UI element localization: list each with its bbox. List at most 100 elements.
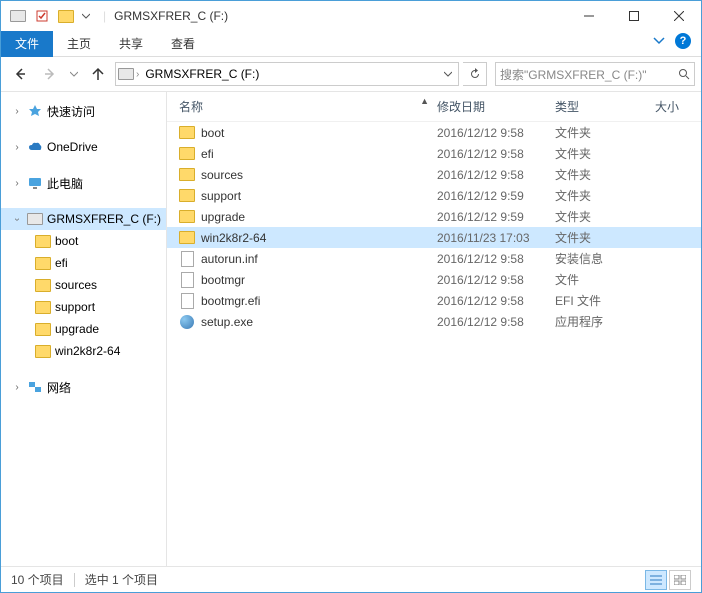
- column-size[interactable]: 大小: [651, 96, 701, 117]
- status-bar: 10 个项目 选中 1 个项目: [1, 566, 701, 592]
- sidebar-subfolder[interactable]: boot: [1, 230, 166, 252]
- collapse-icon[interactable]: ›: [12, 213, 23, 225]
- sidebar-subfolder[interactable]: sources: [1, 274, 166, 296]
- folder-icon: [58, 8, 74, 24]
- file-row[interactable]: boot2016/12/12 9:58文件夹: [167, 122, 701, 143]
- column-date[interactable]: 修改日期: [433, 96, 551, 117]
- address-bar[interactable]: › GRMSXFRER_C (F:): [115, 62, 459, 86]
- sidebar-subfolder[interactable]: support: [1, 296, 166, 318]
- file-type-cell: 应用程序: [551, 313, 651, 330]
- sidebar-item-label: sources: [55, 278, 97, 292]
- sidebar-network[interactable]: › 网络: [1, 376, 166, 398]
- file-name-cell: boot: [175, 125, 433, 141]
- file-row[interactable]: win2k8r2-642016/11/23 17:03文件夹: [167, 227, 701, 248]
- file-row[interactable]: autorun.inf2016/12/12 9:58安装信息: [167, 248, 701, 269]
- tab-view[interactable]: 查看: [157, 31, 209, 57]
- sidebar-item-label: 此电脑: [47, 175, 83, 192]
- expand-icon[interactable]: ›: [11, 178, 23, 189]
- file-row[interactable]: setup.exe2016/12/12 9:58应用程序: [167, 311, 701, 332]
- column-name[interactable]: 名称▲: [175, 96, 433, 117]
- file-row[interactable]: support2016/12/12 9:59文件夹: [167, 185, 701, 206]
- back-button[interactable]: [7, 61, 33, 87]
- file-row[interactable]: bootmgr.efi2016/12/12 9:58EFI 文件: [167, 290, 701, 311]
- minimize-button[interactable]: [566, 2, 611, 31]
- tab-share[interactable]: 共享: [105, 31, 157, 57]
- qat-customize-button[interactable]: [79, 5, 93, 27]
- file-date-cell: 2016/12/12 9:58: [433, 252, 551, 266]
- thumbnails-view-button[interactable]: [669, 570, 691, 590]
- qat-properties-button[interactable]: [31, 5, 53, 27]
- qat-newfolder-button[interactable]: [55, 5, 77, 27]
- navigation-pane: › 快速访问 › OneDrive › 此电脑 › GRMSXFRER_: [1, 92, 167, 566]
- status-item-count: 10 个项目: [11, 571, 64, 588]
- folder-icon: [179, 188, 195, 204]
- search-box[interactable]: 搜索"GRMSXFRER_C (F:)": [495, 62, 695, 86]
- folder-icon: [35, 277, 51, 293]
- file-row[interactable]: bootmgr2016/12/12 9:58文件: [167, 269, 701, 290]
- computer-icon: [27, 175, 43, 191]
- file-date-cell: 2016/12/12 9:58: [433, 147, 551, 161]
- chevron-down-icon: [82, 12, 90, 20]
- address-dropdown[interactable]: [440, 70, 456, 78]
- forward-button[interactable]: [37, 61, 63, 87]
- up-button[interactable]: [85, 61, 111, 87]
- star-icon: [27, 103, 43, 119]
- sidebar-item-label: 网络: [47, 379, 71, 396]
- file-row[interactable]: efi2016/12/12 9:58文件夹: [167, 143, 701, 164]
- breadcrumb-segment[interactable]: GRMSXFRER_C (F:): [141, 67, 263, 81]
- help-button[interactable]: ?: [675, 33, 691, 49]
- sidebar-quickaccess[interactable]: › 快速访问: [1, 100, 166, 122]
- titlebar: | GRMSXFRER_C (F:): [1, 1, 701, 31]
- file-row[interactable]: sources2016/12/12 9:58文件夹: [167, 164, 701, 185]
- file-name-cell: bootmgr.efi: [175, 293, 433, 309]
- file-list-pane: 名称▲ 修改日期 类型 大小 boot2016/12/12 9:58文件夹efi…: [167, 92, 701, 566]
- expand-icon[interactable]: ›: [11, 106, 23, 117]
- file-type-cell: 文件夹: [551, 166, 651, 183]
- chevron-right-icon: ›: [136, 69, 139, 80]
- details-view-button[interactable]: [645, 570, 667, 590]
- close-icon: [674, 11, 684, 21]
- chevron-down-icon: [70, 70, 78, 78]
- sidebar-item-label: GRMSXFRER_C (F:): [47, 212, 161, 226]
- arrow-left-icon: [12, 66, 28, 82]
- control-menu-icon[interactable]: [7, 5, 29, 27]
- refresh-button[interactable]: [463, 62, 487, 86]
- arrow-right-icon: [42, 66, 58, 82]
- sidebar-subfolder[interactable]: win2k8r2-64: [1, 340, 166, 362]
- file-list[interactable]: boot2016/12/12 9:58文件夹efi2016/12/12 9:58…: [167, 122, 701, 566]
- folder-icon: [35, 343, 51, 359]
- network-icon: [27, 379, 43, 395]
- file-icon: [179, 272, 195, 288]
- sidebar-subfolder[interactable]: efi: [1, 252, 166, 274]
- drive-icon: [27, 211, 43, 227]
- column-type[interactable]: 类型: [551, 96, 651, 117]
- tab-file[interactable]: 文件: [1, 31, 53, 57]
- maximize-button[interactable]: [611, 2, 656, 31]
- file-date-cell: 2016/12/12 9:58: [433, 126, 551, 140]
- expand-ribbon-icon[interactable]: [653, 35, 665, 47]
- search-placeholder: 搜索"GRMSXFRER_C (F:)": [500, 66, 647, 83]
- sidebar-item-label: upgrade: [55, 322, 99, 336]
- file-row[interactable]: upgrade2016/12/12 9:59文件夹: [167, 206, 701, 227]
- sidebar-onedrive[interactable]: › OneDrive: [1, 136, 166, 158]
- file-date-cell: 2016/12/12 9:59: [433, 210, 551, 224]
- file-name-cell: win2k8r2-64: [175, 230, 433, 246]
- file-icon: [179, 293, 195, 309]
- sidebar-subfolder[interactable]: upgrade: [1, 318, 166, 340]
- expand-icon[interactable]: ›: [11, 382, 23, 393]
- tab-home[interactable]: 主页: [53, 31, 105, 57]
- sidebar-drive[interactable]: › GRMSXFRER_C (F:): [1, 208, 166, 230]
- folder-icon: [35, 321, 51, 337]
- window-controls: [566, 2, 701, 31]
- file-date-cell: 2016/11/23 17:03: [433, 231, 551, 245]
- expand-icon[interactable]: ›: [11, 142, 23, 153]
- recent-locations-button[interactable]: [67, 61, 81, 87]
- file-name-cell: efi: [175, 146, 433, 162]
- folder-icon: [35, 299, 51, 315]
- file-name-cell: autorun.inf: [175, 251, 433, 267]
- chevron-down-icon: [444, 70, 452, 78]
- sidebar-thispc[interactable]: › 此电脑: [1, 172, 166, 194]
- close-button[interactable]: [656, 2, 701, 31]
- file-date-cell: 2016/12/12 9:58: [433, 273, 551, 287]
- content-area: › 快速访问 › OneDrive › 此电脑 › GRMSXFRER_: [1, 91, 701, 566]
